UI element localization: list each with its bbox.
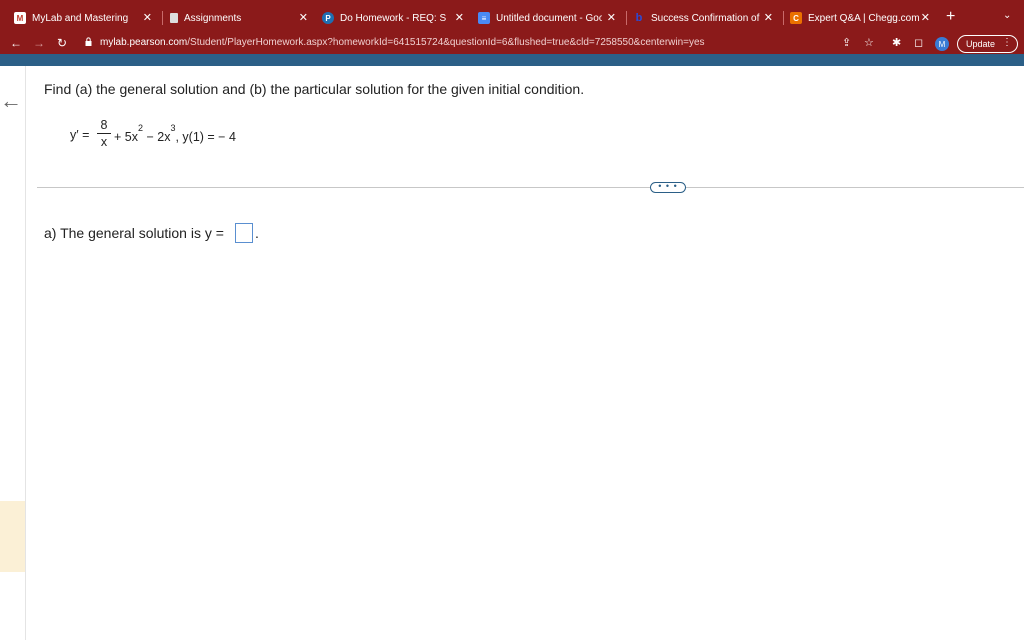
exponent-1: 2 bbox=[137, 123, 143, 133]
update-button[interactable]: Update ⋮ bbox=[957, 35, 1018, 53]
lock-icon[interactable] bbox=[85, 37, 92, 46]
tab-divider bbox=[626, 11, 627, 25]
menu-dots-icon: ⋮ bbox=[1002, 37, 1012, 48]
section-divider bbox=[37, 187, 1024, 188]
more-button[interactable]: • • • bbox=[650, 182, 686, 193]
tab-divider bbox=[783, 11, 784, 25]
tab-title: Untitled document - Googl bbox=[496, 12, 602, 24]
share-icon[interactable]: ⇪ bbox=[842, 36, 851, 50]
term-2: − 2x bbox=[143, 130, 171, 145]
close-icon[interactable]: ✕ bbox=[607, 11, 616, 25]
reload-button[interactable]: ↻ bbox=[57, 35, 67, 51]
side-highlight bbox=[0, 501, 25, 572]
chegg-icon: C bbox=[790, 12, 802, 24]
fraction-bar bbox=[97, 133, 111, 134]
tab-title: Assignments bbox=[184, 12, 242, 24]
equation-terms: + 5x2 − 2x3, y(1) = − 4 bbox=[114, 123, 236, 145]
bartleby-icon: b bbox=[635, 12, 643, 24]
browser-toolbar: ← → ↻ mylab.pearson.com/Student/PlayerHo… bbox=[0, 33, 1024, 54]
close-icon[interactable]: ✕ bbox=[921, 11, 930, 25]
pearson-icon: P bbox=[322, 12, 334, 24]
fraction-denominator: x bbox=[100, 135, 108, 149]
bookmark-star-icon[interactable]: ☆ bbox=[864, 36, 874, 50]
general-solution-input[interactable] bbox=[235, 223, 253, 243]
close-icon[interactable]: ✕ bbox=[143, 11, 152, 25]
collapse-arrow-icon[interactable]: ← bbox=[0, 90, 22, 112]
tab-divider bbox=[162, 11, 163, 25]
new-tab-button[interactable]: + bbox=[946, 8, 955, 26]
tab-success-confirmation[interactable]: b Success Confirmation of Q ✕ bbox=[633, 6, 781, 30]
tab-assignments[interactable]: Assignments ✕ bbox=[170, 6, 316, 30]
close-icon[interactable]: ✕ bbox=[455, 11, 464, 25]
question-prompt: Find (a) the general solution and (b) th… bbox=[44, 81, 585, 97]
answer-period: . bbox=[255, 225, 259, 241]
tab-strip: M MyLab and Mastering ✕ Assignments ✕ P … bbox=[0, 0, 1024, 33]
site-header-bar bbox=[0, 54, 1024, 66]
tab-title: Expert Q&A | Chegg.com bbox=[808, 12, 920, 24]
tab-google-docs[interactable]: ≡ Untitled document - Googl ✕ bbox=[478, 6, 624, 30]
term-1: + 5x bbox=[114, 130, 138, 145]
back-button[interactable]: ← bbox=[10, 35, 22, 51]
fraction-numerator: 8 bbox=[100, 118, 108, 132]
tab-mylab[interactable]: M MyLab and Mastering ✕ bbox=[14, 6, 160, 30]
extensions-icon[interactable]: ✱ bbox=[892, 36, 901, 50]
tab-title: Success Confirmation of Q bbox=[651, 12, 761, 24]
close-icon[interactable]: ✕ bbox=[299, 11, 308, 25]
tab-title: MyLab and Mastering bbox=[32, 12, 129, 24]
left-rail-divider bbox=[25, 66, 26, 640]
url-host: mylab.pearson.com bbox=[100, 37, 188, 48]
exponent-2: 3 bbox=[170, 123, 176, 133]
tab-title: Do Homework - REQ: Secti bbox=[340, 12, 446, 24]
profile-avatar[interactable]: M bbox=[935, 37, 949, 51]
tab-search-chevron-icon[interactable]: ⌄ bbox=[1003, 10, 1011, 21]
initial-condition: , y(1) = − 4 bbox=[175, 130, 236, 145]
url-path: /Student/PlayerHomework.aspx?homeworkId=… bbox=[187, 37, 705, 48]
address-bar[interactable]: mylab.pearson.com/Student/PlayerHomework… bbox=[100, 37, 705, 48]
fraction: 8 x bbox=[97, 118, 111, 149]
mylab-icon: M bbox=[14, 12, 26, 24]
close-icon[interactable]: ✕ bbox=[764, 11, 773, 25]
assignments-icon bbox=[170, 13, 178, 23]
forward-button[interactable]: → bbox=[33, 35, 45, 51]
update-label: Update bbox=[966, 39, 996, 49]
sidebar-icon[interactable]: ◻ bbox=[914, 36, 923, 50]
part-a-label: a) The general solution is y = bbox=[44, 225, 224, 241]
tab-do-homework[interactable]: P Do Homework - REQ: Secti ✕ bbox=[322, 6, 472, 30]
equation-lhs: y′ = bbox=[70, 128, 90, 142]
google-docs-icon: ≡ bbox=[478, 12, 490, 24]
tab-chegg[interactable]: C Expert Q&A | Chegg.com ✕ bbox=[790, 6, 938, 30]
